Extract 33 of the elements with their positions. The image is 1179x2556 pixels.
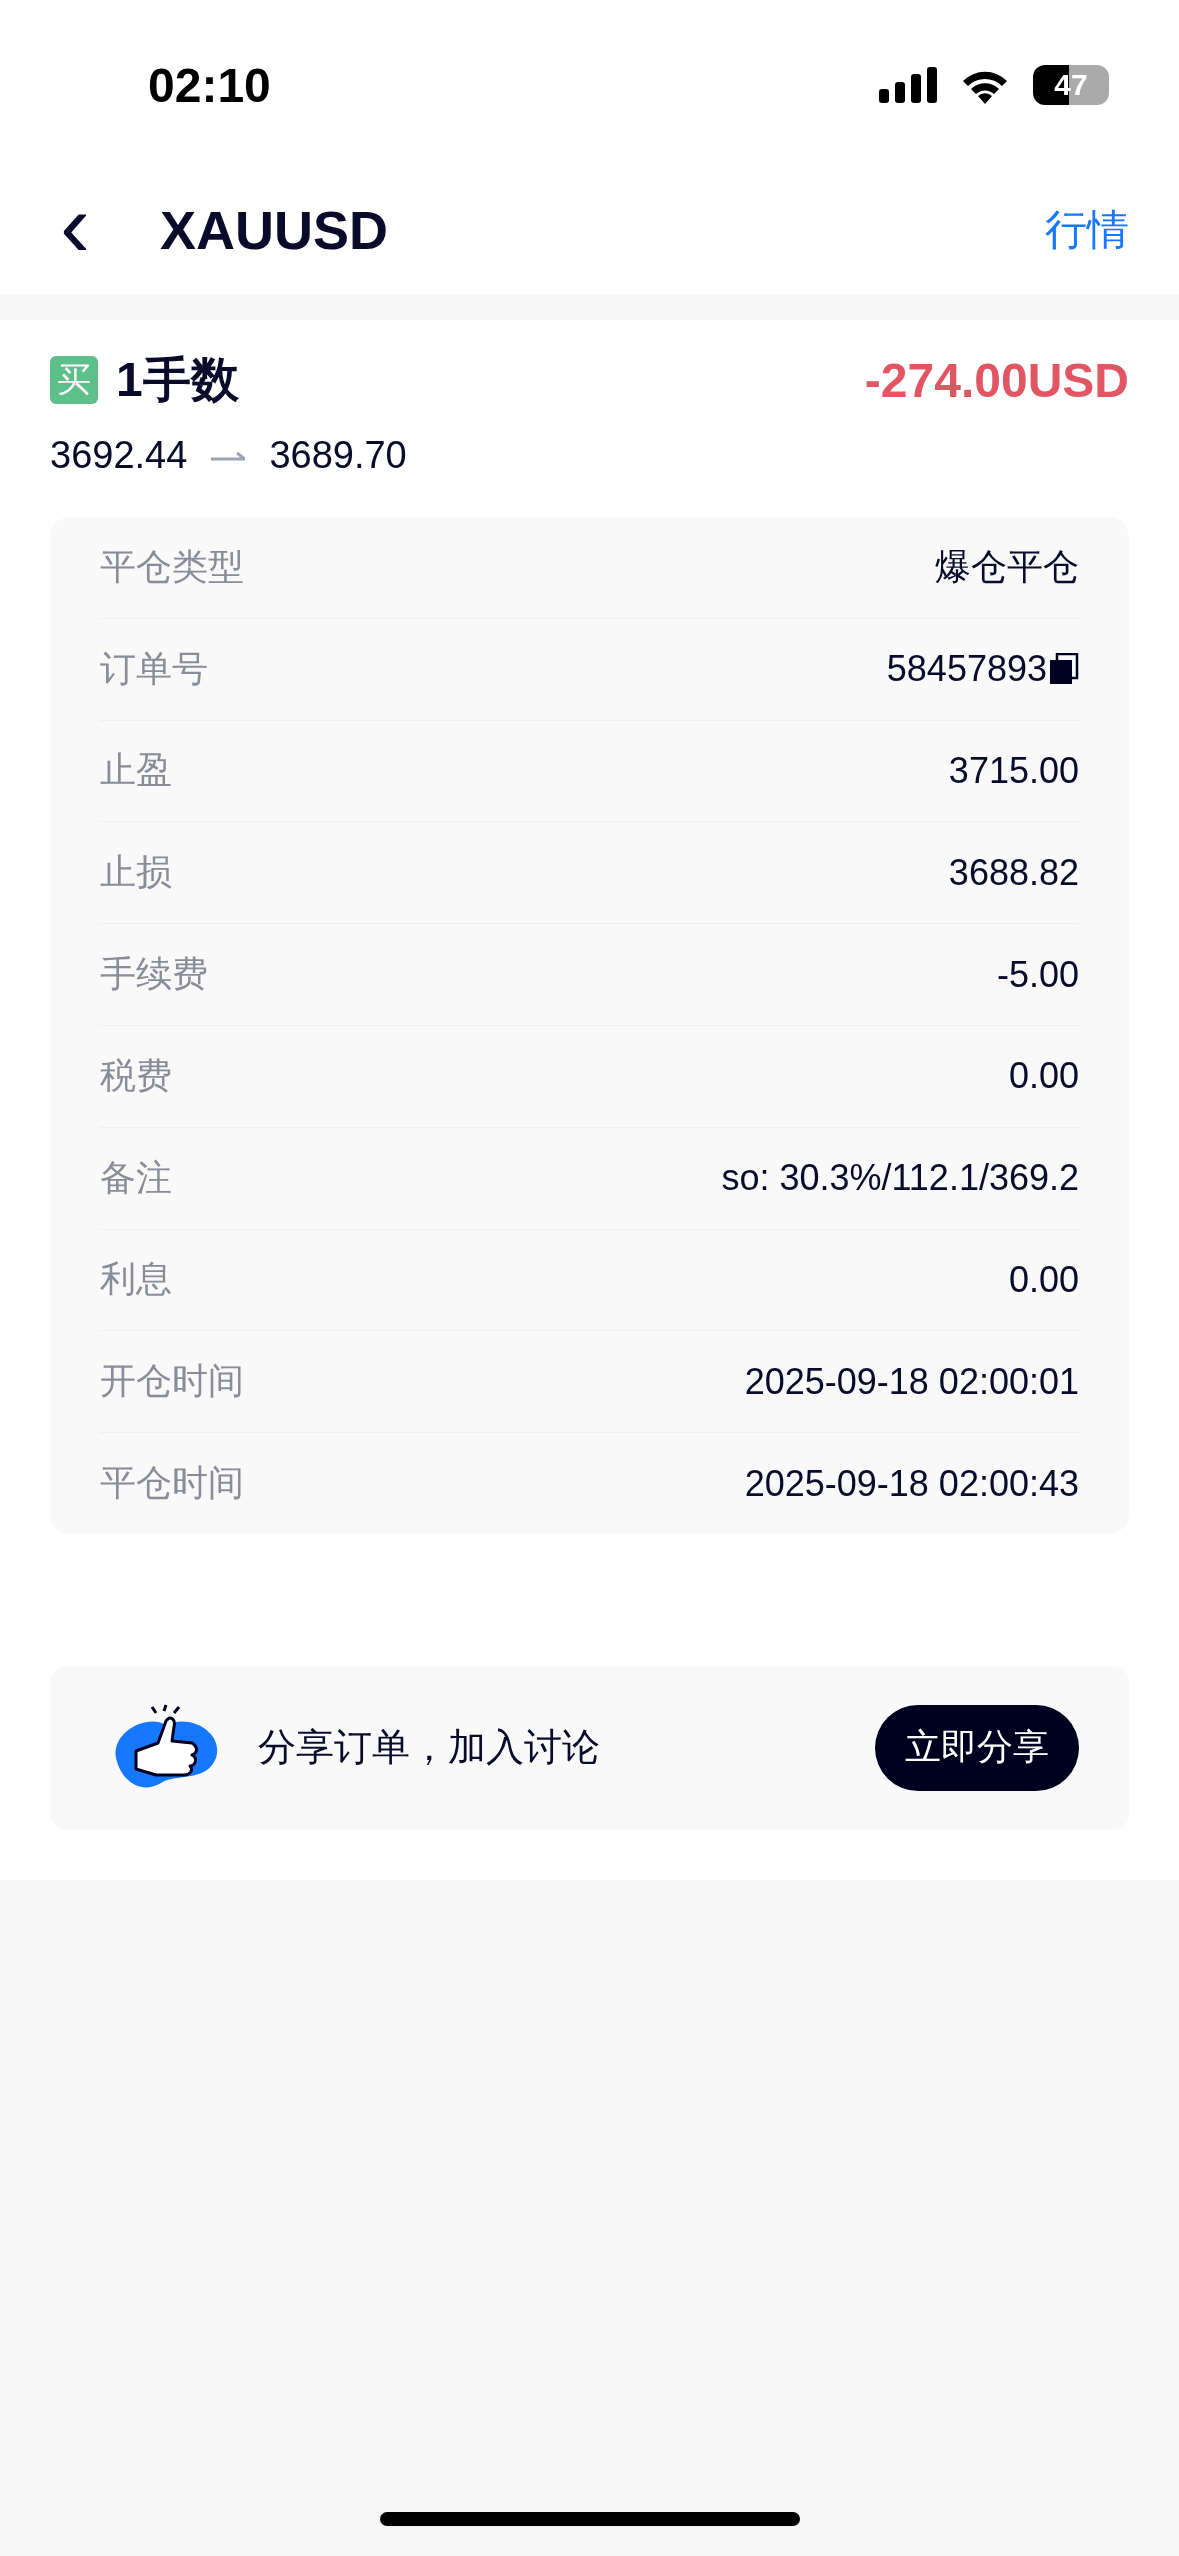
market-link[interactable]: 行情 [1045, 202, 1129, 258]
lot-size: 1手数 [116, 352, 239, 408]
open-price: 3692.44 [50, 434, 188, 477]
status-time: 02:10 [148, 57, 271, 113]
detail-value: -5.00 [996, 953, 1079, 996]
detail-label: 税费 [100, 1053, 172, 1098]
share-button[interactable]: 立即分享 [875, 1704, 1079, 1791]
detail-label: 备注 [100, 1155, 172, 1200]
signal-icon [879, 67, 937, 103]
page-title: XAUUSD [160, 199, 390, 261]
detail-value: 0.00 [1008, 1055, 1079, 1098]
detail-label: 平仓时间 [100, 1461, 244, 1506]
profit-amount: -274.00USD [864, 352, 1129, 408]
back-button[interactable]: ‹ [60, 180, 160, 270]
detail-label: 止盈 [100, 748, 172, 793]
share-prompt: 分享订单，加入讨论 [258, 1725, 601, 1771]
detail-label: 手续费 [100, 952, 208, 997]
detail-value: 58457893 [886, 648, 1047, 691]
detail-value: 3688.82 [948, 851, 1079, 894]
detail-value: so: 30.3%/112.1/369.2 [721, 1157, 1079, 1200]
detail-value: 0.00 [1008, 1258, 1079, 1301]
detail-value: 3715.00 [948, 750, 1079, 792]
close-price: 3689.70 [269, 434, 407, 477]
detail-label: 止损 [100, 850, 172, 895]
copy-icon[interactable] [1049, 653, 1079, 686]
detail-label: 平仓类型 [100, 544, 244, 589]
detail-value: 爆仓平仓 [935, 544, 1079, 589]
detail-label: 开仓时间 [100, 1359, 244, 1404]
detail-value: 2025-09-18 02:00:43 [744, 1462, 1079, 1505]
detail-label: 利息 [100, 1257, 172, 1302]
side-tag: 买 [50, 356, 98, 404]
detail-value: 2025-09-18 02:00:01 [744, 1360, 1079, 1403]
detail-label: 订单号 [100, 646, 208, 691]
